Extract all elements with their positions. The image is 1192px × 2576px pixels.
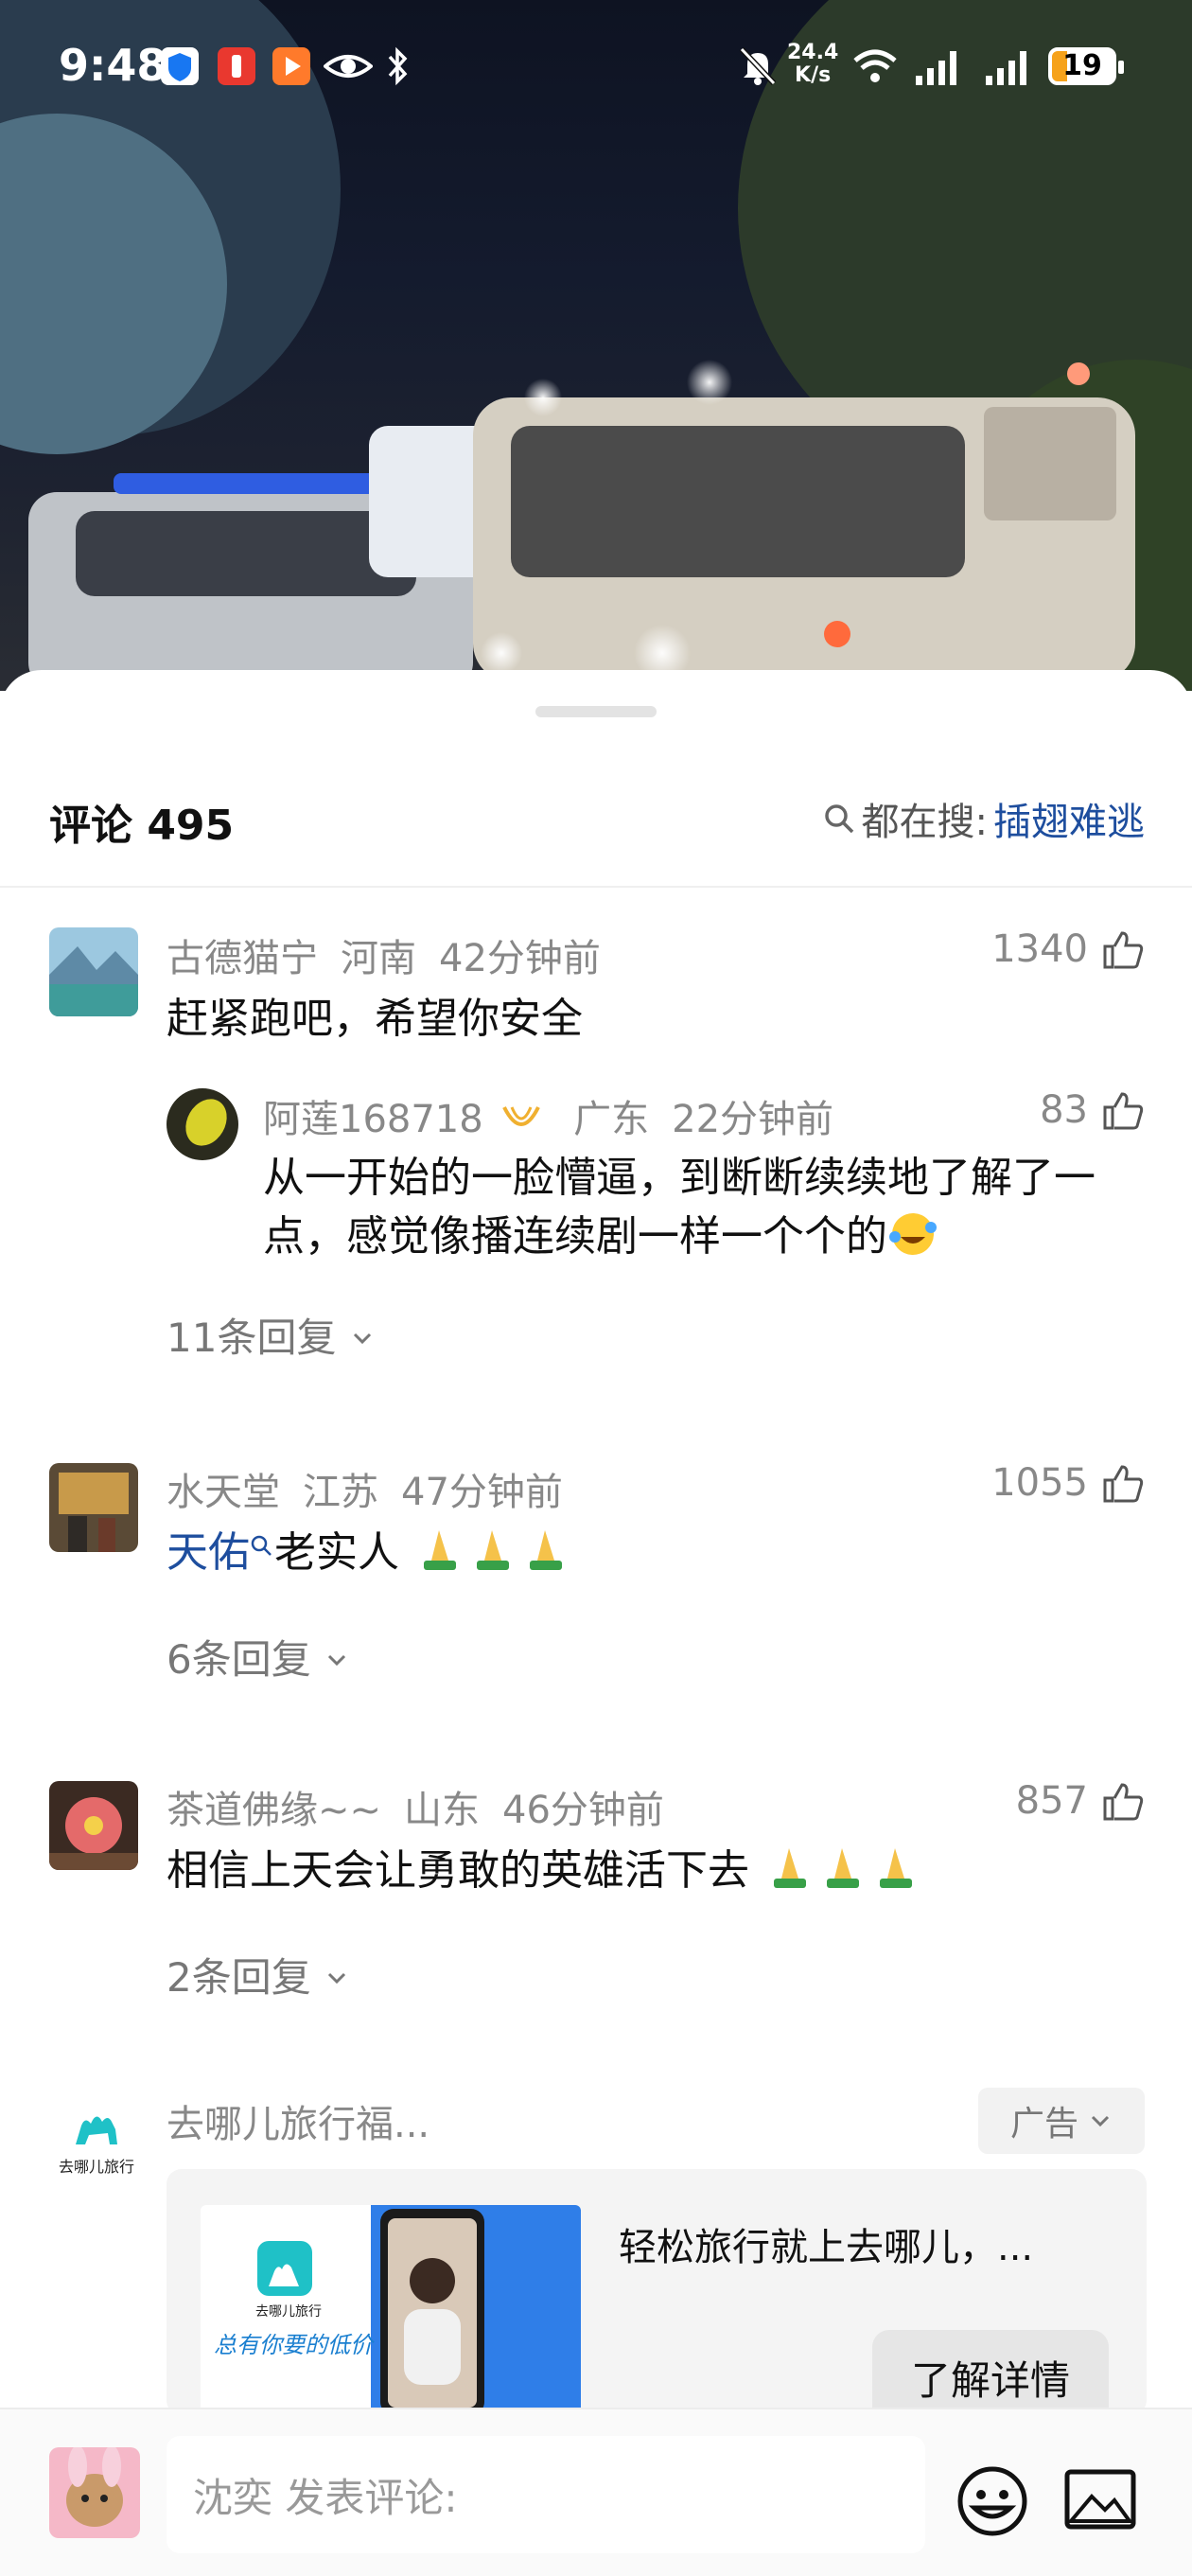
chevron-down-icon <box>328 1654 346 1667</box>
mute-bell-icon <box>739 46 777 86</box>
comment-text: 相信上天会让勇敢的英雄活下去 <box>167 1842 923 1900</box>
reply-meta: 阿莲168718 广东 22分钟前 <box>263 1088 856 1143</box>
reply-text-line2: 点，感觉像播连续剧一样一个个的 <box>263 1208 1096 1266</box>
avatar[interactable] <box>49 1463 138 1552</box>
like-button[interactable]: 1055 <box>991 1461 1145 1505</box>
video-app-icon <box>272 47 310 85</box>
username[interactable]: 水天堂 <box>167 1471 280 1514</box>
hashtag-link[interactable]: 天佑 <box>167 1528 250 1577</box>
view-replies-button[interactable]: 2条回复 <box>167 1946 350 2003</box>
comment-meta: 古德猫宁 河南 42分钟前 <box>167 927 623 982</box>
emoji-button-icon[interactable] <box>955 2464 1029 2538</box>
ad-image-caption: 去哪儿旅行 <box>255 2304 322 2320</box>
security-shield-icon <box>161 47 199 85</box>
search-icon <box>824 804 853 834</box>
chevron-down-icon <box>1091 2115 1110 2127</box>
view-replies-button[interactable]: 6条回复 <box>167 1628 350 1685</box>
wifi-icon <box>853 49 897 82</box>
comment-text: 赶紧跑吧，希望你安全 <box>167 995 583 1043</box>
search-prefix: 都在搜: <box>861 801 988 844</box>
reply-timestamp: 22分钟前 <box>672 1098 834 1141</box>
timestamp: 42分钟前 <box>439 937 601 980</box>
signal-1-icon <box>916 51 956 85</box>
location: 河南 <box>341 937 416 980</box>
comment-text-content: 相信上天会让勇敢的英雄活下去 <box>167 1846 749 1895</box>
user-avatar[interactable] <box>49 2447 140 2538</box>
replies-count: 2条回复 <box>167 1954 311 2001</box>
like-count: 1340 <box>991 927 1088 971</box>
reply-text: 从一开始的一脸懵逼，到断断续续地了解了一 点，感觉像播连续剧一样一个个的 <box>263 1149 1096 1266</box>
thumbs-up-icon <box>1103 931 1144 969</box>
network-speed-value: 24.4 <box>787 41 839 64</box>
laughing-crying-emoji-icon <box>889 1213 937 1255</box>
header-divider <box>0 886 1192 888</box>
network-speed: 24.4 K/s <box>787 42 838 87</box>
chevron-down-icon <box>328 1972 346 1985</box>
like-count: 857 <box>1015 1779 1088 1823</box>
search-term-link[interactable]: 插翅难逃 <box>993 791 1145 846</box>
comment-text-content: 老实人 <box>274 1528 399 1577</box>
reply-location: 广东 <box>573 1098 650 1141</box>
replies-count: 11条回复 <box>167 1314 337 1361</box>
status-time: 9:48 <box>59 40 167 91</box>
comment-meta: 水天堂 江苏 47分钟前 <box>167 1461 586 1516</box>
ad-tag-button[interactable]: 广告 <box>978 2088 1145 2154</box>
comment-input[interactable]: 沈奕 发表评论: <box>167 2436 925 2553</box>
ad-image[interactable]: 去哪儿旅行 总有你要的低价 <box>201 2205 581 2415</box>
ad-advertiser[interactable]: 去哪儿旅行福... <box>167 2093 429 2148</box>
avatar[interactable] <box>49 1781 138 1870</box>
chevron-down-icon <box>353 1332 371 1345</box>
username[interactable]: 茶道佛缘~~ <box>167 1789 381 1832</box>
signal-2-icon <box>986 51 1026 85</box>
ad-logo[interactable]: 去哪儿旅行 <box>49 2107 144 2177</box>
location: 山东 <box>404 1789 481 1832</box>
ad-card[interactable]: 去哪儿旅行 总有你要的低价 轻松旅行就上去哪儿，... 了解详情 <box>167 2169 1147 2415</box>
praying-hands-emoji-icon <box>774 1848 912 1888</box>
thumbs-up-icon <box>1103 1092 1144 1130</box>
location: 江苏 <box>303 1471 378 1514</box>
network-speed-unit: K/s <box>795 63 832 87</box>
trending-search[interactable]: 都在搜: 插翅难逃 <box>822 791 1145 846</box>
drag-handle[interactable] <box>535 706 657 717</box>
reply-like-button[interactable]: 83 <box>1040 1088 1145 1132</box>
image-upload-icon[interactable] <box>1063 2468 1137 2531</box>
battery-indicator: 19 <box>1048 47 1124 85</box>
reply-text-line2-content: 点，感觉像播连续剧一样一个个的 <box>263 1212 887 1261</box>
comment-input-bar: 沈奕 发表评论: <box>0 2408 1192 2576</box>
thumbs-up-icon <box>1103 1783 1144 1821</box>
like-button[interactable]: 1340 <box>991 927 1145 971</box>
like-count: 1055 <box>991 1461 1088 1505</box>
replies-count: 6条回复 <box>167 1636 311 1683</box>
comment-meta: 茶道佛缘~~ 山东 46分钟前 <box>167 1779 687 1834</box>
search-small-icon[interactable] <box>250 1532 274 1561</box>
reply-like-count: 83 <box>1040 1088 1088 1132</box>
camel-logo-icon <box>76 2116 117 2144</box>
status-bar: 9:48 24.4 K/s 19 <box>0 0 1192 132</box>
username[interactable]: 古德猫宁 <box>167 937 318 980</box>
vip-badge-icon <box>502 1106 541 1126</box>
app-notification-icon <box>218 47 255 85</box>
timestamp: 46分钟前 <box>502 1789 664 1832</box>
eye-icon <box>324 55 373 78</box>
comment-count: 评论 495 <box>49 802 235 850</box>
ad-headline[interactable]: 轻松旅行就上去哪儿，... <box>619 2216 1033 2271</box>
learn-more-button[interactable]: 了解详情 <box>872 2330 1109 2415</box>
reply-avatar[interactable] <box>167 1088 238 1160</box>
comment-text: 天佑 老实人 <box>167 1524 573 1582</box>
reply-username[interactable]: 阿莲168718 <box>263 1098 483 1141</box>
video-player[interactable]: 9:48 24.4 K/s 19 <box>0 0 1192 691</box>
praying-hands-emoji-icon <box>424 1530 562 1570</box>
timestamp: 47分钟前 <box>401 1471 563 1514</box>
bluetooth-icon <box>388 46 408 86</box>
ad-tag-label: 广告 <box>1009 2105 1078 2144</box>
reply-text-line1: 从一开始的一脸懵逼，到断断续续地了解了一 <box>263 1154 1096 1202</box>
avatar[interactable] <box>49 927 138 1016</box>
ad-image-slogan: 总有你要的低价 <box>214 2332 373 2358</box>
like-button[interactable]: 857 <box>1016 1779 1145 1823</box>
view-replies-button[interactable]: 11条回复 <box>167 1306 376 1364</box>
ad-logo-text: 去哪儿旅行 <box>58 2158 134 2176</box>
thumbs-up-icon <box>1103 1465 1144 1503</box>
